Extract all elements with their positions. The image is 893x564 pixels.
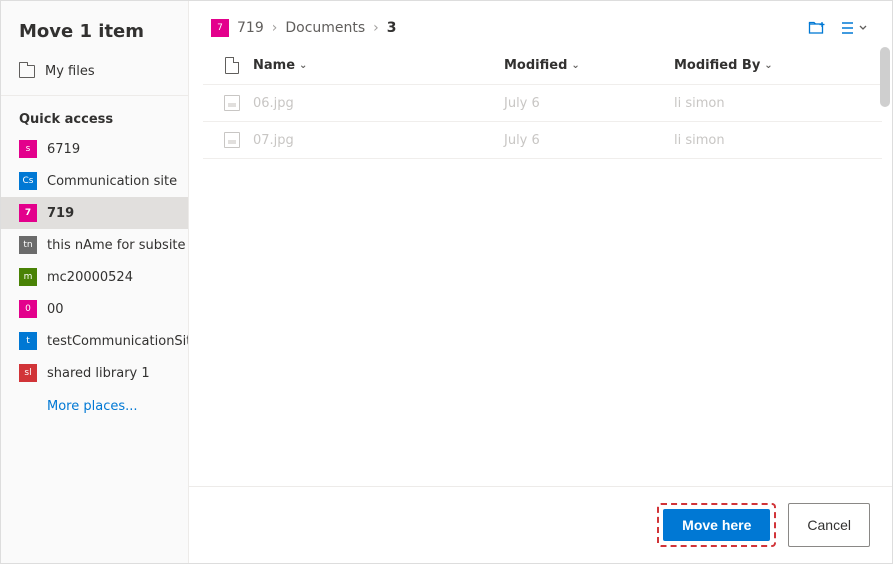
table-header-row: Name ⌄ Modified ⌄ Modified By ⌄: [203, 47, 882, 85]
site-swatch-icon: 0: [19, 300, 37, 318]
quick-access-list: s 6719 Cs Communication site 7 719 tn this nAme…: [1, 133, 188, 389]
breadcrumb: 7 719 › Documents › 3: [211, 19, 397, 37]
quick-access-item-label: 719: [47, 206, 74, 221]
new-folder-button[interactable]: [808, 19, 826, 37]
file-type-cell: [211, 95, 253, 111]
table-row[interactable]: 06.jpgJuly 6li simon: [203, 85, 882, 122]
new-folder-icon: [808, 19, 826, 37]
quick-access-item[interactable]: 000: [1, 293, 188, 325]
breadcrumb-library[interactable]: Documents: [285, 20, 365, 36]
file-name-cell: 07.jpg: [253, 133, 504, 148]
modified-cell: July 6: [504, 96, 674, 111]
modified-by-cell: li simon: [674, 96, 874, 111]
scrollbar-thumb[interactable]: [880, 47, 890, 107]
topbar: 7 719 › Documents › 3: [189, 1, 892, 47]
main-panel: 7 719 › Documents › 3: [189, 1, 892, 563]
quick-access-item-label: mc20000524: [47, 270, 133, 285]
breadcrumb-site[interactable]: 719: [237, 20, 264, 36]
chevron-right-icon: ›: [373, 20, 379, 36]
quick-access-item[interactable]: t testCommunicationSite: [1, 325, 188, 357]
quick-access-item[interactable]: Cs Communication site: [1, 165, 188, 197]
site-swatch-icon: sl: [19, 364, 37, 382]
quick-access-item[interactable]: m mc20000524: [1, 261, 188, 293]
folder-icon: [19, 65, 35, 78]
site-swatch-icon: 7: [19, 204, 37, 222]
quick-access-item-label: shared library 1: [47, 366, 150, 381]
cancel-button[interactable]: Cancel: [788, 503, 870, 547]
nav-my-files[interactable]: My files: [1, 56, 188, 87]
site-swatch-icon: Cs: [19, 172, 37, 190]
quick-access-item-label: this nAme for subsite: [47, 238, 186, 253]
modified-cell: July 6: [504, 133, 674, 148]
breadcrumb-current: 3: [387, 20, 397, 36]
column-header-modified-by[interactable]: Modified By ⌄: [674, 58, 874, 73]
topbar-actions: [808, 19, 868, 37]
dialog-title: Move 1 item: [1, 15, 188, 56]
site-swatch-icon: tn: [19, 236, 37, 254]
column-header-type[interactable]: [211, 57, 253, 74]
file-type-cell: [211, 132, 253, 148]
quick-access-item-label: Communication site: [47, 174, 177, 189]
sidebar: Move 1 item My files Quick access s 6719 C…: [1, 1, 189, 563]
image-file-icon: [224, 132, 240, 148]
site-swatch: 7: [211, 19, 229, 37]
column-header-name[interactable]: Name ⌄: [253, 58, 504, 73]
divider: [1, 95, 188, 96]
view-options-button[interactable]: [840, 19, 868, 37]
site-swatch-icon: t: [19, 332, 37, 350]
quick-access-item[interactable]: s 6719: [1, 133, 188, 165]
column-header-modified[interactable]: Modified ⌄: [504, 58, 674, 73]
column-header-modified-by-label: Modified By: [674, 58, 760, 73]
modified-by-cell: li simon: [674, 133, 874, 148]
image-file-icon: [224, 95, 240, 111]
quick-access-item[interactable]: tn this nAme for subsite: [1, 229, 188, 261]
site-swatch-icon: s: [19, 140, 37, 158]
column-header-modified-label: Modified: [504, 58, 567, 73]
move-dialog: Move 1 item My files Quick access s 6719 C…: [1, 1, 892, 563]
site-swatch-icon: m: [19, 268, 37, 286]
quick-access-item[interactable]: sl shared library 1: [1, 357, 188, 389]
dialog-footer: Move here Cancel: [189, 486, 892, 563]
chevron-down-icon: ⌄: [571, 60, 579, 71]
quick-access-heading: Quick access: [1, 104, 188, 133]
file-name-cell: 06.jpg: [253, 96, 504, 111]
chevron-down-icon: ⌄: [299, 60, 307, 71]
quick-access-item-label: 6719: [47, 142, 80, 157]
chevron-right-icon: ›: [272, 20, 278, 36]
more-places-link[interactable]: More places...: [1, 389, 188, 424]
document-icon: [225, 57, 239, 74]
nav-my-files-label: My files: [45, 64, 95, 79]
table-row[interactable]: 07.jpgJuly 6li simon: [203, 122, 882, 159]
move-here-button[interactable]: Move here: [663, 509, 770, 541]
quick-access-item-label: testCommunicationSite: [47, 334, 188, 349]
table-body: 06.jpgJuly 6li simon07.jpgJuly 6li simon: [203, 85, 882, 159]
quick-access-item-label: 00: [47, 302, 64, 317]
file-table: Name ⌄ Modified ⌄ Modified By ⌄ 06.jpgJu…: [189, 47, 892, 159]
quick-access-item[interactable]: 7 719: [1, 197, 188, 229]
column-header-name-label: Name: [253, 58, 295, 73]
primary-action-highlight: Move here: [657, 503, 776, 547]
chevron-down-icon: ⌄: [764, 60, 772, 71]
chevron-down-icon: [858, 23, 868, 33]
list-view-icon: [840, 19, 858, 37]
